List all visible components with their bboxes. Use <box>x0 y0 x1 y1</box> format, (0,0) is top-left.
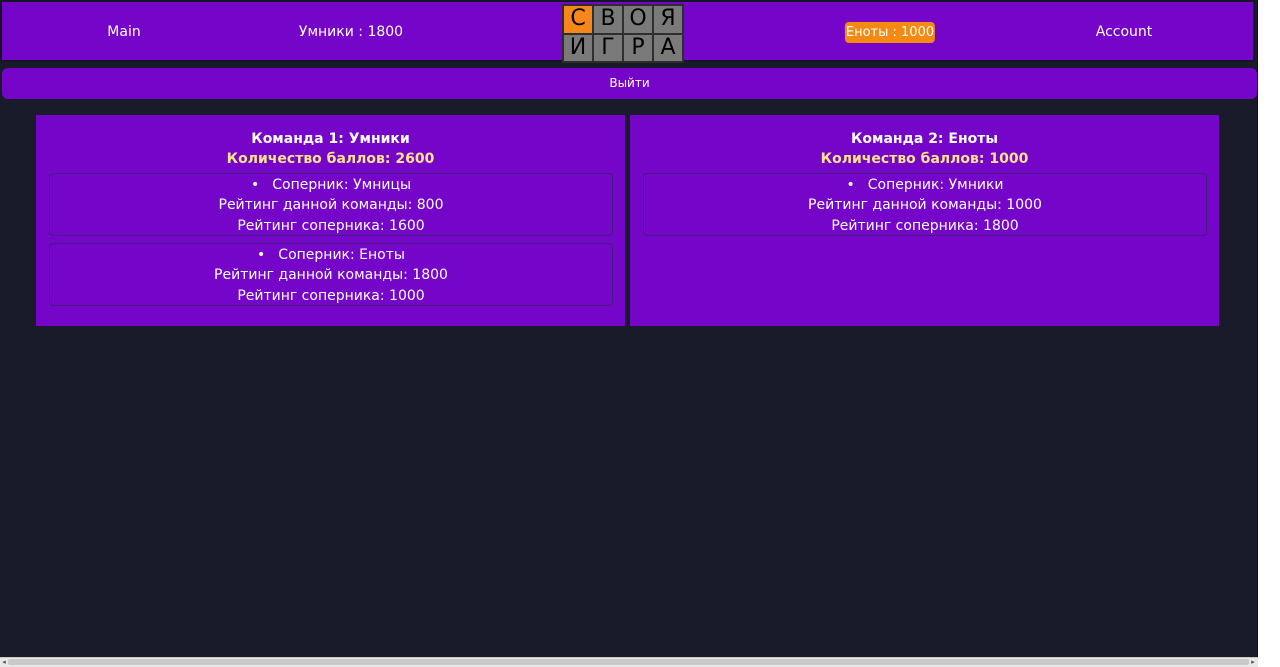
nav-team-umniki-link[interactable]: Умники : 1800 <box>299 2 403 62</box>
match-item: • Соперник: Умники Рейтинг данной команды… <box>643 173 1207 236</box>
team-score: Количество баллов: 1000 <box>820 151 1029 167</box>
team-card-2: Команда 2: Еноты Количество баллов: 1000… <box>630 115 1219 326</box>
window-margin <box>1258 0 1280 667</box>
logo-letter: О <box>623 5 653 34</box>
logout-button[interactable]: Выйти <box>2 68 1257 99</box>
team-card-1: Команда 1: Умники Количество баллов: 260… <box>36 115 625 326</box>
logo-letter: Я <box>653 5 683 34</box>
nav-team-enoty-link-active[interactable]: Еноты : 1000 <box>844 22 936 43</box>
match-opponent: Соперник: Умницы <box>272 177 412 193</box>
logo-letter: А <box>653 33 683 62</box>
match-item: • Соперник: Умницы Рейтинг данной команды… <box>49 173 613 236</box>
game-logo[interactable]: С В О Я И Г Р А <box>562 4 684 63</box>
logo-letter: И <box>563 33 593 62</box>
horizontal-scrollbar[interactable]: ◂ ▸ <box>0 657 1258 667</box>
bullet-icon: • <box>846 177 855 193</box>
nav-main-link[interactable]: Main <box>107 2 140 62</box>
match-opponent-rating: Рейтинг соперника: 1600 <box>237 217 425 234</box>
match-opponent-rating: Рейтинг соперника: 1000 <box>237 287 425 304</box>
match-item: • Соперник: Еноты Рейтинг данной команды:… <box>49 243 613 306</box>
team-title: Команда 1: Умники <box>251 131 410 147</box>
match-list: • Соперник: Умники Рейтинг данной команды… <box>630 173 1219 236</box>
team-score: Количество баллов: 2600 <box>226 151 435 167</box>
logo-letter: В <box>593 5 623 34</box>
logo-letter: С <box>563 5 593 34</box>
match-opponent-rating: Рейтинг соперника: 1800 <box>831 217 1019 234</box>
logo-letter: Р <box>623 33 653 62</box>
match-own-rating: Рейтинг данной команды: 1000 <box>808 197 1042 214</box>
scroll-left-arrow-icon[interactable]: ◂ <box>0 658 8 667</box>
top-navigation-bar: Main Умники : 1800 С В О Я И Г Р А Еноты… <box>0 0 1255 63</box>
logo-letter: Г <box>593 33 623 62</box>
scrollbar-thumb[interactable] <box>8 659 1249 665</box>
match-own-rating: Рейтинг данной команды: 800 <box>218 197 444 214</box>
match-opponent: Соперник: Еноты <box>278 247 405 263</box>
bullet-icon: • <box>250 177 260 193</box>
scroll-right-arrow-icon[interactable]: ▸ <box>1249 658 1257 667</box>
match-opponent: Соперник: Умники <box>867 177 1004 193</box>
match-own-rating: Рейтинг данной команды: 1800 <box>214 267 448 284</box>
nav-account-link[interactable]: Account <box>1096 2 1153 62</box>
match-list: • Соперник: Умницы Рейтинг данной команды… <box>36 173 625 306</box>
team-title: Команда 2: Еноты <box>850 131 999 147</box>
bullet-icon: • <box>257 247 266 263</box>
